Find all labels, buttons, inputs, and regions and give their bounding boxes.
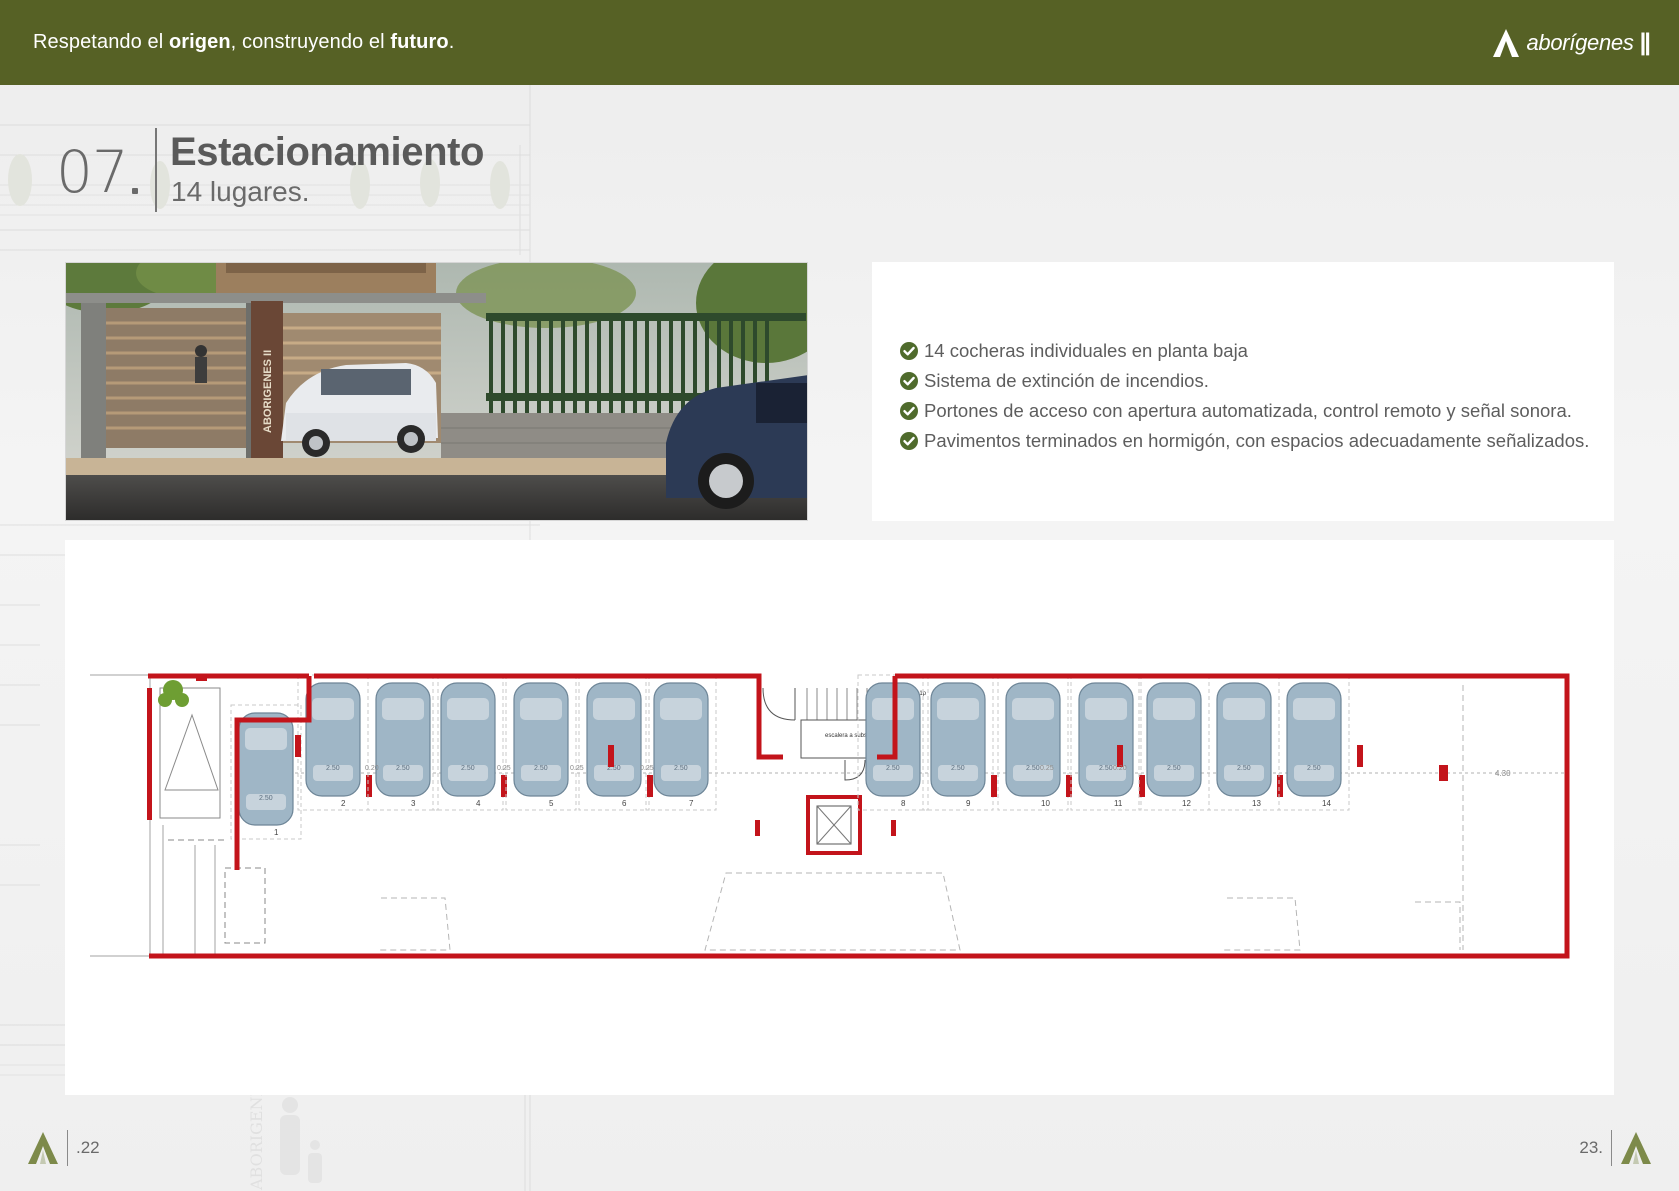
footer-divider (1611, 1130, 1612, 1166)
gap-dimension-label: 0.25 (1040, 765, 1054, 772)
parking-space: 2.50 1 (230, 704, 302, 840)
pillar-sign: ABORIGENES II (262, 350, 274, 433)
space-width-label: 2.50 (1307, 765, 1321, 772)
gap-dimension-label: 0.25 (570, 765, 584, 772)
parking-space: 2.50 9 (922, 674, 997, 811)
space-width-label: 2.50 (1026, 765, 1040, 772)
header-bar: Respetando el origen, construyendo el fu… (0, 0, 1679, 85)
section-divider (155, 128, 157, 212)
space-width-label: 2.50 (534, 765, 548, 772)
parking-space: 2.50 14 (1278, 674, 1350, 811)
brand-suffix: || (1639, 28, 1652, 56)
footer-divider (67, 1130, 68, 1166)
space-width-label: 2.50 (1237, 765, 1251, 772)
footer-left: .22 (27, 1130, 100, 1166)
brand-name: aborígenes (1526, 29, 1634, 55)
page-number-right: 23. (1579, 1138, 1603, 1157)
space-number: 8 (901, 799, 906, 808)
gap-dimension-label: 0.20 (365, 765, 379, 772)
parking-space: 2.50 10 (997, 674, 1072, 811)
space-number: 14 (1322, 799, 1331, 808)
space-width-label: 2.50 (674, 765, 688, 772)
features-card: 14 cocheras individuales en planta baja … (872, 262, 1614, 521)
section-subtitle: 14 lugares. (171, 176, 310, 207)
space-number: 11 (1114, 799, 1123, 808)
gap-dimension-label: 0.25 (497, 765, 511, 772)
space-number: 10 (1041, 799, 1050, 808)
pillar-marker (1357, 745, 1363, 767)
pillar-marker (608, 745, 614, 767)
space-width-label: 2.50 (951, 765, 965, 772)
parking-space: 2.50 13 (1208, 674, 1283, 811)
entrance-rendering-photo: ABORIGENES II (65, 262, 808, 521)
page-number-left: .22 (76, 1138, 100, 1157)
parking-space: 2.50 7 (645, 674, 717, 811)
space-width-label: 2.50 (1167, 765, 1181, 772)
brand-a-icon (28, 1132, 58, 1164)
parking-space: 2.506 (578, 674, 653, 811)
pillar-marker (295, 735, 301, 757)
space-width-label: 2.50 (396, 765, 410, 772)
space-number: 12 (1182, 799, 1191, 808)
tagline: Respetando el origen, construyendo el fu… (33, 31, 455, 53)
parking-floor-plan: 4.30 escalera a 1p escalera a subsuelo 2… (65, 540, 1614, 1095)
space-number: 2 (341, 799, 346, 808)
space-number: 13 (1252, 799, 1261, 808)
feature-item: Sistema de extinción de incendios. (900, 366, 1589, 396)
space-number: 4 (476, 799, 481, 808)
space-width-label: 2.50 (886, 765, 900, 772)
check-circle-icon (900, 372, 918, 390)
space-width-label: 2.50 (1099, 765, 1113, 772)
feature-item: Portones de acceso con apertura automati… (900, 396, 1589, 426)
features-list: 14 cocheras individuales en planta baja … (900, 336, 1589, 456)
check-circle-icon (900, 342, 918, 360)
parking-space: 2.50 5 (505, 674, 577, 811)
gap-dimension-label: 0.20 (1113, 765, 1127, 772)
space-width-label: 2.50 (326, 765, 340, 772)
section-number-dot (132, 188, 138, 194)
parking-space: 2.50 12 (1138, 674, 1210, 811)
section-number: 07 (56, 138, 129, 206)
space-number: 9 (966, 799, 971, 808)
check-circle-icon (900, 402, 918, 420)
parking-space: 2.50 4 (432, 674, 507, 811)
floor-plan-drawing: 4.30 escalera a 1p escalera a subsuelo 2… (90, 673, 1570, 959)
brand-logo: aborígenes || (1492, 28, 1652, 58)
gap-dimension-label: 0.25 (640, 765, 654, 772)
feature-item: 14 cocheras individuales en planta baja (900, 336, 1589, 366)
feature-item: Pavimentos terminados en hormigón, con e… (900, 426, 1589, 456)
space-number: 5 (549, 799, 554, 808)
space-width-label: 2.50 (259, 795, 273, 802)
end-dimension-label: 4.30 (1495, 769, 1511, 778)
space-number: 7 (689, 799, 694, 808)
space-width-label: 2.50 (461, 765, 475, 772)
brand-a-icon (1493, 28, 1520, 57)
section-title: Estacionamiento (170, 130, 485, 174)
space-number: 3 (411, 799, 416, 808)
footer-right: 23. (1579, 1130, 1652, 1166)
parking-space: 2.50 3 (367, 674, 439, 811)
pillar-marker (1117, 745, 1123, 767)
space-number: 1 (274, 828, 279, 837)
parking-space: 2.50 11 (1070, 674, 1145, 811)
brand-a-icon (1621, 1132, 1651, 1164)
space-number: 6 (622, 799, 627, 808)
check-circle-icon (900, 432, 918, 450)
